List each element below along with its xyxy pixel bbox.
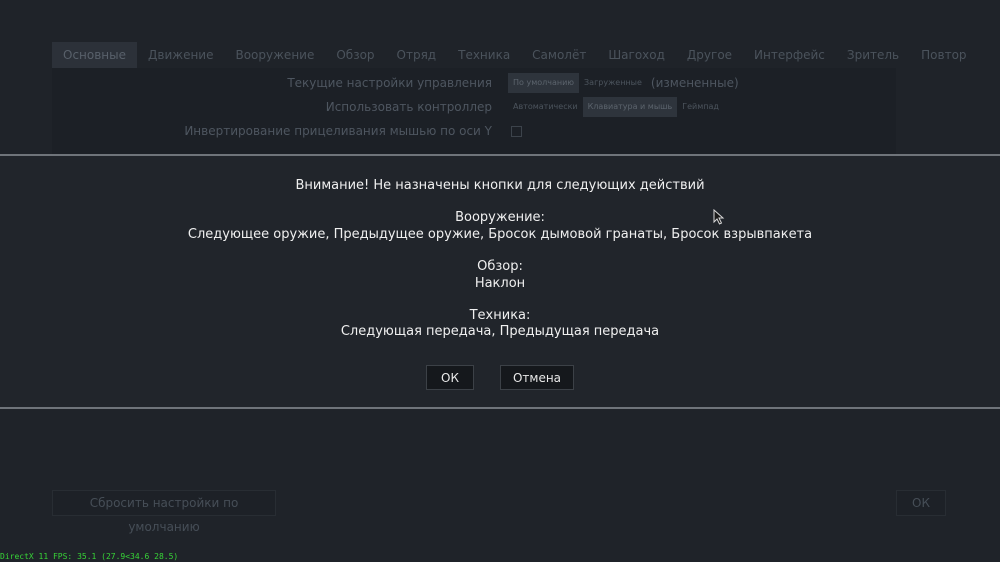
tab-squad[interactable]: Отряд — [386, 42, 448, 68]
tab-other[interactable]: Другое — [676, 42, 743, 68]
dialog-ok-button[interactable]: ОК — [426, 365, 474, 390]
preset-loaded-option[interactable]: Загруженные — [579, 73, 647, 93]
preset-modified-text: (измененные) — [650, 76, 739, 90]
invert-y-checkbox[interactable] — [511, 125, 522, 137]
control-preset-label: Текущие настройки управления — [287, 76, 492, 90]
tab-weapons[interactable]: Вооружение — [224, 42, 325, 68]
reset-defaults-button[interactable]: Сбросить настройки по умолчанию — [52, 490, 276, 534]
dialog-cancel-button[interactable]: Отмена — [500, 365, 574, 390]
tab-movement[interactable]: Движение — [137, 42, 224, 68]
group-items-weapons: Следующее оружие, Предыдущее оружие, Бро… — [187, 227, 813, 242]
controller-kbm-option[interactable]: Клавиатура и мышь — [582, 97, 678, 117]
group-title-vehicles: Техника: — [469, 308, 531, 323]
tab-interface[interactable]: Интерфейс — [743, 42, 836, 68]
mouse-cursor-icon — [713, 209, 725, 225]
tab-vehicles[interactable]: Техника — [447, 42, 521, 68]
fps-counter: DirectX 11 FPS: 35.1 (27.9<34.6 28.5) — [0, 552, 179, 561]
tab-walker[interactable]: Шагоход — [597, 42, 676, 68]
tab-aircraft[interactable]: Самолёт — [521, 42, 597, 68]
bottom-bar: Сбросить настройки по умолчанию ОК — [52, 490, 946, 534]
preset-default-option[interactable]: По умолчанию — [508, 73, 580, 93]
invert-y-row: Инвертирование прицеливания мышью по оси… — [52, 120, 896, 142]
controller-label: Использовать контроллер — [325, 100, 492, 114]
tab-basic[interactable]: Основные — [52, 42, 138, 68]
invert-y-label: Инвертирование прицеливания мышью по оси… — [184, 124, 492, 138]
group-title-view: Обзор: — [477, 259, 523, 274]
tab-replay[interactable]: Повтор — [910, 42, 977, 68]
group-items-vehicles: Следующая передача, Предыдущая передача — [340, 324, 660, 339]
tab-view[interactable]: Обзор — [325, 42, 385, 68]
group-title-weapons: Вооружение: — [455, 210, 545, 225]
tab-spectator[interactable]: Зритель — [836, 42, 910, 68]
controller-gamepad-option[interactable]: Геймпад — [677, 97, 724, 117]
controller-auto-option[interactable]: Автоматически — [508, 97, 583, 117]
group-items-view: Наклон — [474, 276, 526, 291]
dialog-title: Внимание! Не назначены кнопки для следую… — [295, 178, 705, 193]
settings-ok-button[interactable]: ОК — [896, 490, 946, 516]
control-preset-row: Текущие настройки управления По умолчани… — [52, 72, 896, 94]
unbound-keys-dialog: Внимание! Не назначены кнопки для следую… — [0, 154, 1000, 409]
settings-tabs: Основные Движение Вооружение Обзор Отряд… — [52, 42, 967, 69]
controller-row: Использовать контроллер Автоматически Кл… — [52, 96, 896, 118]
